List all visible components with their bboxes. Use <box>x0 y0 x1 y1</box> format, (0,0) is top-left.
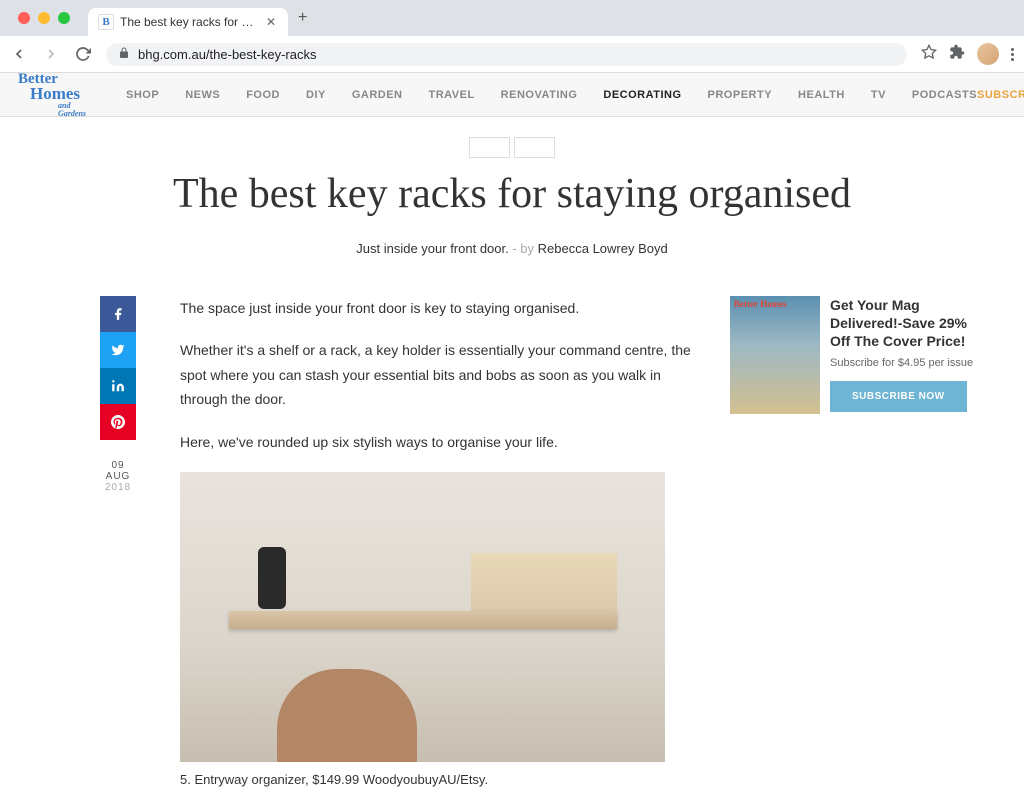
promo-headline: Get Your Mag Delivered!-Save 29% Off The… <box>830 296 980 351</box>
nav-item-health[interactable]: HEALTH <box>798 89 845 101</box>
maximize-window-button[interactable] <box>58 12 70 24</box>
subscribe-link[interactable]: SUBSCRIBE <box>977 89 1024 101</box>
close-window-button[interactable] <box>18 12 30 24</box>
category-tab[interactable] <box>514 137 555 158</box>
url-text: bhg.com.au/the-best-key-racks <box>138 47 316 62</box>
site-nav: Better Homes and Gardens SHOP NEWS FOOD DIY… <box>0 73 1024 117</box>
minimize-window-button[interactable] <box>38 12 50 24</box>
back-button[interactable] <box>10 45 28 63</box>
byline: Just inside your front door. - by Rebecc… <box>0 241 1024 256</box>
category-tabs <box>0 137 1024 158</box>
address-bar-row: bhg.com.au/the-best-key-racks <box>0 36 1024 72</box>
paragraph: Here, we've rounded up six stylish ways … <box>180 430 700 455</box>
extensions-icon[interactable] <box>949 44 965 65</box>
article-sidebar: 09 AUG 2018 <box>0 296 140 787</box>
nav-item-renovating[interactable]: RENOVATING <box>501 89 578 101</box>
forward-button[interactable] <box>42 45 60 63</box>
paragraph: Whether it's a shelf or a rack, a key ho… <box>180 338 700 412</box>
article-title: The best key racks for staying organised <box>152 168 872 221</box>
mag-cover-title: Better Homes <box>734 300 787 308</box>
tab-title: The best key racks for staying <box>120 15 258 29</box>
share-linkedin-button[interactable] <box>100 368 136 404</box>
menu-button[interactable] <box>1011 48 1014 61</box>
paragraph: The space just inside your front door is… <box>180 296 700 321</box>
lock-icon <box>118 47 130 62</box>
article-content: The best key racks for staying organised… <box>0 117 1024 787</box>
nav-item-shop[interactable]: SHOP <box>126 89 159 101</box>
article-image <box>180 472 665 762</box>
magazine-cover[interactable]: Better Homes <box>730 296 820 414</box>
site-logo[interactable]: Better Homes and Gardens <box>18 72 86 118</box>
browser-chrome: B The best key racks for staying ✕ + bhg… <box>0 0 1024 73</box>
article-body: The space just inside your front door is… <box>180 296 700 787</box>
favicon-icon: B <box>98 14 114 30</box>
subscribe-promo: Better Homes Get Your Mag Delivered!-Sav… <box>730 296 980 414</box>
window-controls <box>8 12 80 24</box>
logo-line2: Homes <box>30 85 86 102</box>
nav-item-diy[interactable]: DIY <box>306 89 326 101</box>
date-year: 2018 <box>100 482 136 493</box>
tab-bar: B The best key racks for staying ✕ + <box>0 0 1024 36</box>
share-facebook-button[interactable] <box>100 296 136 332</box>
nav-item-property[interactable]: PROPERTY <box>708 89 773 101</box>
nav-item-tv[interactable]: TV <box>871 89 886 101</box>
browser-tab[interactable]: B The best key racks for staying ✕ <box>88 8 288 36</box>
share-pinterest-button[interactable] <box>100 404 136 440</box>
share-twitter-button[interactable] <box>100 332 136 368</box>
publish-date: 09 AUG 2018 <box>100 460 136 493</box>
address-bar[interactable]: bhg.com.au/the-best-key-racks <box>106 43 907 66</box>
star-icon[interactable] <box>921 44 937 65</box>
article-dek: Just inside your front door. <box>356 241 508 256</box>
close-tab-button[interactable]: ✕ <box>264 15 278 29</box>
subscribe-now-button[interactable]: SUBSCRIBE NOW <box>830 381 967 412</box>
logo-line3: and Gardens <box>58 102 86 118</box>
profile-avatar[interactable] <box>977 43 999 65</box>
nav-item-news[interactable]: NEWS <box>185 89 220 101</box>
nav-item-food[interactable]: FOOD <box>246 89 280 101</box>
date-day: 09 AUG <box>100 460 136 482</box>
nav-item-travel[interactable]: TRAVEL <box>428 89 474 101</box>
category-tab[interactable] <box>469 137 510 158</box>
nav-items: SHOP NEWS FOOD DIY GARDEN TRAVEL RENOVATING DEC… <box>126 89 977 101</box>
share-buttons <box>100 296 136 440</box>
author-link[interactable]: Rebecca Lowrey Boyd <box>538 241 668 256</box>
nav-item-podcasts[interactable]: PODCASTS <box>912 89 977 101</box>
reload-button[interactable] <box>74 45 92 63</box>
promo-rail: Better Homes Get Your Mag Delivered!-Sav… <box>730 296 980 787</box>
promo-subtext: Subscribe for $4.95 per issue <box>830 356 980 371</box>
nav-item-decorating[interactable]: DECORATING <box>603 89 681 101</box>
byline-separator: - by <box>509 241 538 256</box>
toolbar-icons <box>921 43 1014 65</box>
nav-item-garden[interactable]: GARDEN <box>352 89 403 101</box>
new-tab-button[interactable]: + <box>288 3 317 33</box>
